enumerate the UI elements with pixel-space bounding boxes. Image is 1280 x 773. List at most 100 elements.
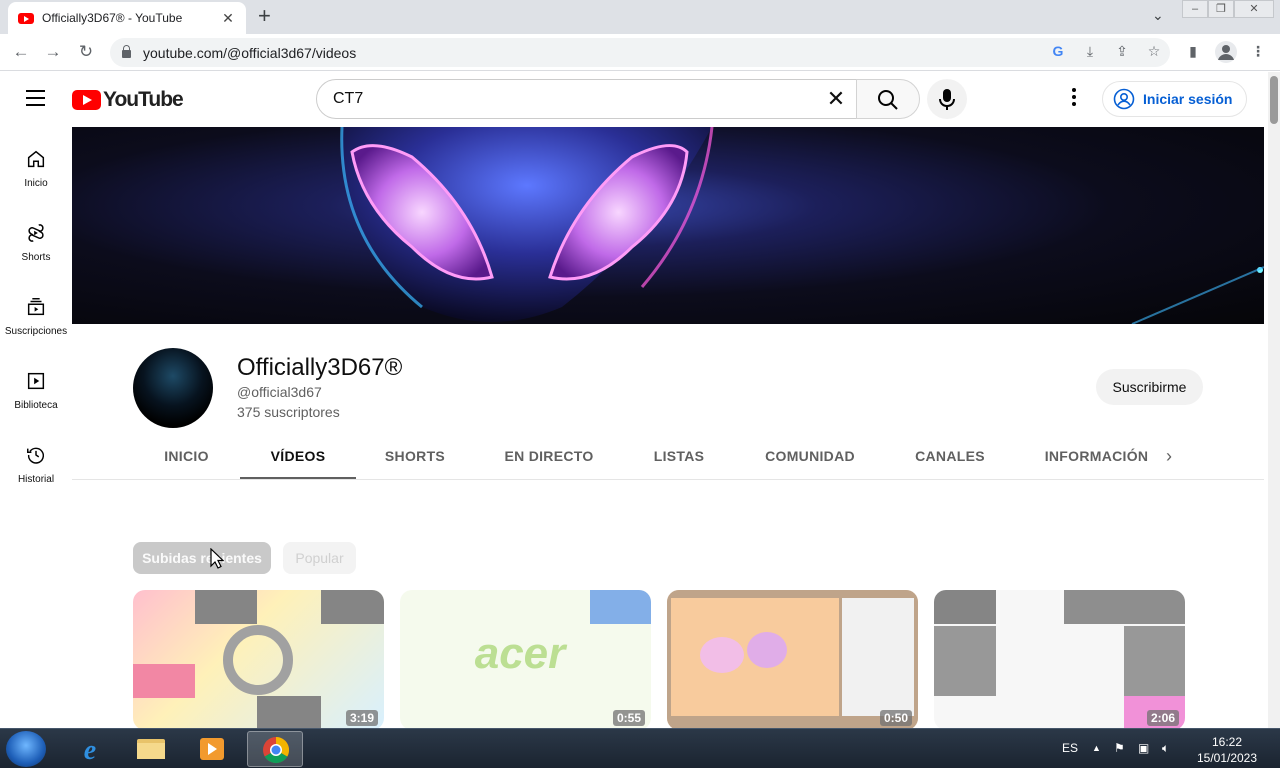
sidebar-item-inicio[interactable]: Inicio [0, 148, 72, 222]
volume-icon[interactable]: 🔈︎ [1162, 741, 1169, 756]
video-duration: 2:06 [1146, 710, 1179, 726]
window-close-button[interactable]: ✕ [1234, 0, 1274, 18]
subscribe-button[interactable]: Suscribirme [1096, 369, 1203, 405]
sign-in-label: Iniciar sesión [1143, 91, 1233, 107]
media-player-taskbar-icon[interactable] [184, 731, 240, 767]
channel-name: Officially3D67® [237, 354, 403, 381]
search-button[interactable] [856, 79, 920, 119]
tab-videos[interactable]: VÍDEOS [240, 436, 356, 480]
thumbnail-image: acer [475, 590, 651, 678]
sidebar-item-label: Suscripciones [4, 326, 68, 337]
thumbnail-image [934, 590, 1185, 730]
forward-arrow-icon[interactable]: → [42, 42, 64, 62]
library-icon [27, 372, 45, 390]
subscriber-count: 375 suscriptores [237, 404, 340, 420]
chrome-menu-icon[interactable]: ⋮ [1249, 43, 1267, 60]
browser-tab-strip: Officially3D67® - YouTube ✕ + ⌄ – ❐ ✕ [0, 0, 1280, 34]
history-icon [27, 447, 45, 464]
internet-explorer-taskbar-icon[interactable]: e [62, 731, 118, 767]
youtube-logo[interactable]: YouTube [72, 88, 184, 112]
thumbnail-image [133, 590, 384, 730]
svg-text:acer: acer [475, 629, 568, 678]
sidebar-item-label: Historial [17, 474, 55, 485]
search-input[interactable]: CT7 ✕ [316, 79, 857, 119]
channel-handle: @official3d67 [237, 384, 322, 400]
sidebar-item-biblioteca[interactable]: Biblioteca [0, 370, 72, 444]
install-app-icon[interactable]: ⤓ [1081, 43, 1099, 60]
google-lens-icon[interactable]: G [1049, 43, 1067, 59]
chip-popular[interactable]: Popular [283, 542, 356, 574]
chevron-right-icon[interactable]: › [1166, 446, 1172, 467]
url-text: youtube.com/@official3d67/videos [143, 44, 357, 61]
address-bar[interactable]: youtube.com/@official3d67/videos [110, 38, 1170, 67]
file-explorer-taskbar-icon[interactable] [123, 731, 179, 767]
video-duration: 0:50 [879, 710, 912, 726]
tab-comunidad[interactable]: COMUNIDAD [734, 436, 886, 480]
clear-search-icon[interactable]: ✕ [816, 86, 856, 112]
video-thumbnail[interactable]: acer 0:55 [400, 590, 651, 730]
action-center-flag-icon[interactable]: ⚑ [1114, 741, 1125, 755]
sidebar-item-historial[interactable]: Historial [0, 444, 72, 518]
video-thumbnail[interactable]: 2:06 [934, 590, 1185, 730]
profile-avatar-icon[interactable] [1215, 41, 1237, 63]
sidebar-item-suscripciones[interactable]: Suscripciones [0, 296, 72, 370]
video-thumbnail[interactable]: 3:19 [133, 590, 384, 730]
tab-close-icon[interactable]: ✕ [220, 10, 236, 27]
tray-expand-icon[interactable]: ▲ [1092, 743, 1101, 753]
tab-search-chevron-icon[interactable]: ⌄ [1152, 7, 1164, 24]
subscriptions-icon [27, 298, 45, 316]
tabs-divider [72, 479, 1264, 480]
sidebar-item-label: Shorts [21, 252, 51, 263]
shorts-icon [28, 224, 44, 242]
network-icon[interactable]: ▣ [1138, 741, 1149, 755]
voice-search-button[interactable] [927, 79, 967, 119]
clock-time[interactable]: 16:22 [1200, 735, 1254, 749]
tab-informacion[interactable]: INFORMACIÓN [1014, 436, 1179, 480]
sidebar-item-label: Biblioteca [14, 400, 58, 411]
share-icon[interactable]: ⇪ [1113, 43, 1131, 60]
browser-tab[interactable]: Officially3D67® - YouTube ✕ [8, 2, 246, 34]
sidebar-item-label: Inicio [24, 178, 48, 189]
sidebar-item-shorts[interactable]: Shorts [0, 222, 72, 296]
start-button[interactable] [6, 731, 46, 767]
youtube-logo-text: YouTube [103, 88, 184, 111]
svg-text:e: e [84, 735, 96, 766]
tab-listas[interactable]: LISTAS [624, 436, 734, 480]
mouse-cursor-icon [210, 548, 224, 569]
page-scrollbar[interactable] [1268, 72, 1280, 728]
channel-banner [72, 127, 1264, 324]
new-tab-button[interactable]: + [258, 5, 271, 27]
tab-en-directo[interactable]: EN DIRECTO [474, 436, 624, 480]
video-duration: 3:19 [345, 710, 378, 726]
hamburger-menu-icon[interactable] [26, 90, 45, 106]
windows-taskbar: e ES ▲ ⚑ ▣ 🔈︎ 16:22 15/01/2023 [0, 728, 1280, 768]
language-indicator[interactable]: ES [1062, 741, 1078, 755]
scrollbar-thumb[interactable] [1270, 76, 1278, 124]
side-panel-icon[interactable]: ▮ [1184, 43, 1202, 60]
video-thumbnail[interactable]: 0:50 [667, 590, 918, 730]
alien-banner-image [340, 127, 1264, 324]
lock-icon[interactable] [122, 45, 131, 58]
channel-avatar[interactable] [133, 348, 213, 428]
minimize-button[interactable]: – [1182, 0, 1208, 18]
chip-recent-uploads[interactable]: Subidas recientes [133, 542, 271, 574]
tab-inicio[interactable]: INICIO [133, 436, 240, 480]
restore-button[interactable]: ❐ [1208, 0, 1234, 18]
bookmark-star-icon[interactable]: ☆ [1145, 43, 1163, 60]
tab-canales[interactable]: CANALES [886, 436, 1014, 480]
video-duration: 0:55 [612, 710, 645, 726]
clock-date[interactable]: 15/01/2023 [1194, 751, 1260, 765]
search-icon [878, 90, 898, 110]
reload-icon[interactable]: ↻ [75, 42, 97, 62]
settings-more-icon[interactable] [1064, 88, 1084, 110]
tab-title: Officially3D67® - YouTube [42, 11, 183, 25]
chrome-taskbar-icon[interactable] [247, 731, 303, 767]
microphone-icon [939, 89, 955, 110]
sign-in-button[interactable]: Iniciar sesión [1102, 81, 1247, 117]
youtube-header: YouTube CT7 ✕ Iniciar sesión [0, 72, 1268, 127]
tab-shorts[interactable]: SHORTS [356, 436, 474, 480]
back-arrow-icon[interactable]: ← [10, 42, 32, 62]
youtube-favicon-icon [18, 12, 34, 24]
account-icon [1113, 88, 1135, 110]
home-icon [27, 150, 45, 168]
